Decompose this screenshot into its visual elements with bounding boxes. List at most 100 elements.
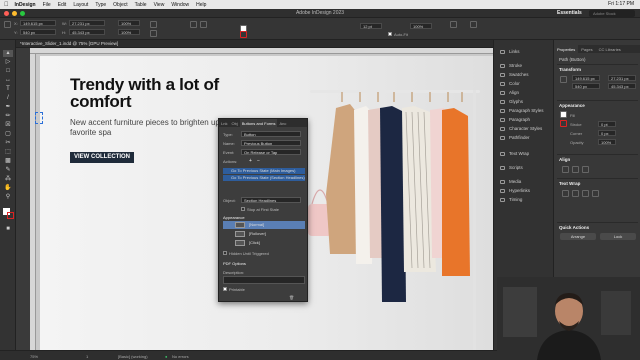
menu-layout[interactable]: Layout bbox=[73, 2, 88, 8]
state-click[interactable]: [Click] bbox=[223, 239, 305, 247]
gap-tool-icon[interactable]: ↔ bbox=[3, 77, 13, 84]
zoom-level[interactable]: 75% bbox=[30, 354, 38, 359]
align-icon[interactable] bbox=[470, 21, 477, 28]
tab-links[interactable]: Lnk bbox=[219, 119, 229, 127]
free-transform-tool-icon[interactable]: ⬚ bbox=[3, 149, 13, 156]
corner-field[interactable]: 0 px bbox=[598, 130, 616, 136]
zoom-tool-icon[interactable]: ⚲ bbox=[3, 194, 13, 201]
pen-tool-icon[interactable]: ✒ bbox=[3, 104, 13, 111]
rectangle-tool-icon[interactable]: ▢ bbox=[3, 131, 13, 138]
fill-swatch-icon[interactable] bbox=[560, 111, 567, 118]
panel-item-paragraph-styles[interactable]: Paragraph Styles bbox=[498, 107, 552, 115]
stop-first-checkbox[interactable] bbox=[241, 207, 245, 211]
reference-point-icon[interactable] bbox=[560, 76, 567, 83]
menu-view[interactable]: View bbox=[154, 2, 165, 8]
style-indicator[interactable]: [Basic] (working) bbox=[118, 354, 148, 359]
align-center-icon[interactable] bbox=[572, 166, 579, 173]
tab-cc-libraries[interactable]: CC Libraries bbox=[596, 45, 624, 53]
tab-anchor[interactable]: Anc bbox=[277, 119, 288, 127]
type-select[interactable]: Button bbox=[241, 131, 301, 137]
scissors-tool-icon[interactable]: ✂ bbox=[3, 140, 13, 147]
preflight-ok-icon[interactable]: ● bbox=[165, 354, 167, 359]
panel-item-links[interactable]: Links bbox=[498, 48, 552, 56]
tab-pages[interactable]: Pages bbox=[578, 45, 595, 53]
menu-object[interactable]: Object bbox=[113, 2, 127, 8]
hand-tool-icon[interactable]: ✋ bbox=[3, 185, 13, 192]
panel-item-scripts[interactable]: Scripts bbox=[498, 164, 552, 172]
panel-item-swatches[interactable]: Swatches bbox=[498, 71, 552, 79]
document-tab[interactable]: *Interactive_Slider_1.indd @ 75% [GPU Pr… bbox=[16, 40, 493, 48]
tab-object[interactable]: Obj bbox=[229, 119, 239, 127]
stroke-weight-field[interactable]: 12 pt bbox=[360, 23, 382, 29]
normal-view-mode-icon[interactable]: ■ bbox=[3, 226, 13, 233]
scale-x-field[interactable]: 100% bbox=[118, 20, 140, 26]
panel-item-align[interactable]: Align bbox=[498, 89, 552, 97]
wrap-bounding-icon[interactable] bbox=[572, 190, 579, 197]
panel-item-character-styles[interactable]: Character Styles bbox=[498, 125, 552, 133]
w-field[interactable]: 27.231 px bbox=[69, 20, 105, 26]
page-number[interactable]: 1 bbox=[86, 354, 88, 359]
description-field[interactable] bbox=[223, 276, 305, 284]
prop-x-field[interactable]: 149.615 px bbox=[572, 75, 600, 81]
action-item[interactable]: Go To Previous State (Section Headlines) bbox=[223, 175, 305, 181]
action-item[interactable]: Go To Previous State (Main Images) bbox=[223, 168, 305, 174]
flip-vertical-icon[interactable] bbox=[200, 21, 207, 28]
line-tool-icon[interactable]: / bbox=[3, 95, 13, 102]
hidden-until-triggered-checkbox[interactable] bbox=[223, 251, 227, 255]
menu-edit[interactable]: Edit bbox=[58, 2, 67, 8]
selection-tool-icon[interactable]: ▴ bbox=[3, 50, 13, 57]
menu-type[interactable]: Type bbox=[95, 2, 106, 8]
tab-properties[interactable]: Properties bbox=[554, 45, 579, 53]
scale-y-field[interactable]: 100% bbox=[118, 29, 140, 35]
menu-help[interactable]: Help bbox=[196, 2, 206, 8]
panel-item-pathfinder[interactable]: Pathfinder bbox=[498, 134, 552, 142]
opacity-field[interactable]: 100% bbox=[598, 139, 616, 145]
stroke-weight-field[interactable]: 0 pt bbox=[598, 121, 616, 127]
auto-fit-checkbox[interactable] bbox=[388, 32, 392, 36]
gradient-tool-icon[interactable]: ▩ bbox=[3, 158, 13, 165]
type-tool-icon[interactable]: T bbox=[3, 86, 13, 93]
canvas-headline[interactable]: Trendy with a lot of comfort bbox=[70, 76, 270, 110]
align-left-icon[interactable] bbox=[562, 166, 569, 173]
h-field[interactable]: 45.343 px bbox=[69, 29, 105, 35]
menu-window[interactable]: Window bbox=[171, 2, 189, 8]
pencil-tool-icon[interactable]: ✏ bbox=[3, 113, 13, 120]
panel-item-text-wrap[interactable]: Text Wrap bbox=[498, 150, 552, 158]
stroke-swatch-icon[interactable] bbox=[240, 31, 247, 38]
wrap-jump-icon[interactable] bbox=[592, 190, 599, 197]
lock-button[interactable]: Lock bbox=[600, 233, 636, 240]
add-action-icon[interactable]: + bbox=[249, 158, 252, 164]
wrap-none-icon[interactable] bbox=[562, 190, 569, 197]
page-tool-icon[interactable]: □ bbox=[3, 68, 13, 75]
menu-table[interactable]: Table bbox=[135, 2, 147, 8]
printable-checkbox[interactable] bbox=[223, 287, 227, 291]
panel-item-hyperlinks[interactable]: Hyperlinks bbox=[498, 187, 552, 195]
panel-item-glyphs[interactable]: Glyphs bbox=[498, 98, 552, 106]
apple-icon[interactable]:  bbox=[4, 2, 9, 8]
prop-h-field[interactable]: 45.343 px bbox=[608, 83, 636, 89]
eyedropper-tool-icon[interactable]: ⁂ bbox=[3, 176, 13, 183]
wrap-shape-icon[interactable] bbox=[582, 190, 589, 197]
selected-previous-button-frame[interactable] bbox=[35, 112, 43, 124]
note-tool-icon[interactable]: ✎ bbox=[3, 167, 13, 174]
stroke-swatch-icon[interactable] bbox=[560, 120, 567, 127]
rectangle-frame-tool-icon[interactable]: ☒ bbox=[3, 122, 13, 129]
prop-w-field[interactable]: 27.231 px bbox=[608, 75, 636, 81]
name-field[interactable]: Previous Button bbox=[241, 140, 301, 146]
shear-icon[interactable] bbox=[150, 30, 157, 37]
tab-buttons-and-forms[interactable]: Buttons and Forms bbox=[239, 119, 278, 127]
event-select[interactable]: On Release or Tap bbox=[241, 149, 301, 155]
panel-item-paragraph[interactable]: Paragraph bbox=[498, 116, 552, 124]
fx-icon[interactable] bbox=[450, 21, 457, 28]
y-field[interactable]: 540 px bbox=[20, 29, 56, 35]
menu-file[interactable]: File bbox=[43, 2, 51, 8]
panel-item-stroke[interactable]: Stroke bbox=[498, 62, 552, 70]
panel-item-media[interactable]: Media bbox=[498, 178, 552, 186]
state-rollover[interactable]: [Rollover] bbox=[223, 230, 305, 238]
panel-item-timing[interactable]: Timing bbox=[498, 196, 552, 204]
panel-trash-icon[interactable]: 🗑 bbox=[289, 295, 294, 300]
stroke-color-icon[interactable] bbox=[7, 212, 14, 219]
direct-selection-tool-icon[interactable]: ▷ bbox=[3, 59, 13, 66]
x-field[interactable]: 149.615 px bbox=[20, 20, 56, 26]
remove-action-icon[interactable]: − bbox=[257, 158, 260, 164]
